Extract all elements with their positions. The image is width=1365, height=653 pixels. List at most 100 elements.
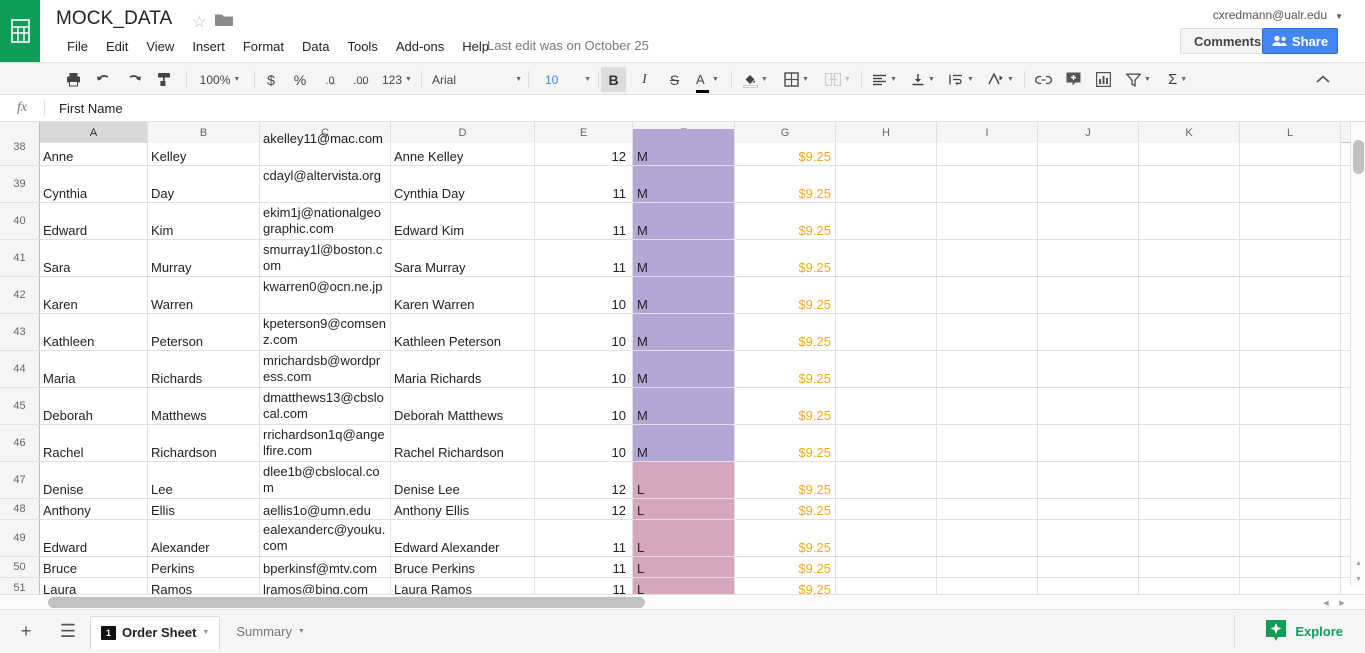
cell-size[interactable]: M (633, 425, 735, 461)
cell-empty[interactable] (836, 388, 937, 424)
cell-empty[interactable] (1139, 388, 1240, 424)
font-family-select[interactable]: Arial ▼ (427, 67, 527, 92)
cell-full-name[interactable]: Denise Lee (391, 462, 535, 498)
cell-empty[interactable] (1038, 203, 1139, 239)
cell-empty[interactable] (836, 129, 937, 165)
paint-format-button[interactable] (151, 67, 176, 92)
row-header-45[interactable]: 45 (0, 388, 40, 424)
account-email[interactable]: cxredmann@ualr.edu (1213, 8, 1327, 22)
cell-first-name[interactable]: Anthony (40, 499, 148, 519)
cell-empty[interactable] (937, 277, 1038, 313)
scroll-left-button[interactable]: ◀ (1318, 595, 1334, 610)
all-sheets-button[interactable]: ☰ (52, 616, 84, 648)
cell-empty[interactable] (1139, 203, 1240, 239)
cell-size[interactable]: M (633, 240, 735, 276)
cell-quantity[interactable]: 11 (535, 203, 633, 239)
cell-full-name[interactable]: Rachel Richardson (391, 425, 535, 461)
cell-email[interactable]: dmatthews13@cbslocal.com (260, 388, 391, 424)
filter-button[interactable]: ▼ (1121, 67, 1157, 92)
menu-file[interactable]: File (58, 36, 97, 57)
cell-email[interactable]: bperkinsf@mtv.com (260, 557, 391, 577)
cell-last-name[interactable]: Warren (148, 277, 260, 313)
cell-empty[interactable] (1038, 166, 1139, 202)
cell-full-name[interactable]: Maria Richards (391, 351, 535, 387)
menu-format[interactable]: Format (234, 36, 293, 57)
cell-price[interactable]: $9.25 (735, 520, 836, 556)
cell-empty[interactable] (937, 314, 1038, 350)
cell-email[interactable]: mrichardsb@wordpress.com (260, 351, 391, 387)
cell-empty[interactable] (1139, 166, 1240, 202)
cell-empty[interactable] (836, 277, 937, 313)
cell-empty[interactable] (937, 462, 1038, 498)
cell-empty[interactable] (1038, 240, 1139, 276)
table-row[interactable]: 46 Rachel Richardson rrichardson1q@angelfir… (0, 425, 1350, 462)
cell-price[interactable]: $9.25 (735, 129, 836, 165)
cell-price[interactable]: $9.25 (735, 314, 836, 350)
cell-size[interactable]: M (633, 277, 735, 313)
cell-size[interactable]: L (633, 520, 735, 556)
cell-empty[interactable] (1139, 314, 1240, 350)
table-row[interactable]: 40 Edward Kim ekim1j@nationalgeographic.com… (0, 203, 1350, 240)
cell-empty[interactable] (836, 499, 937, 519)
cell-price[interactable]: $9.25 (735, 462, 836, 498)
sheet-tab-summary[interactable]: Summary ▼ (226, 616, 315, 648)
cell-full-name[interactable]: Kathleen Peterson (391, 314, 535, 350)
table-row[interactable]: 42 Karen Warren kwarren0@ocn.ne.jp Karen War… (0, 277, 1350, 314)
more-formats-select[interactable]: 123 ▼ (377, 67, 417, 92)
cell-size[interactable]: L (633, 462, 735, 498)
merge-cells-button[interactable]: ▼ (820, 67, 858, 92)
row-header-49[interactable]: 49 (0, 520, 40, 556)
cell-empty[interactable] (1240, 203, 1341, 239)
scroll-right-button[interactable]: ▶ (1334, 595, 1350, 610)
cell-empty[interactable] (1139, 277, 1240, 313)
cell-empty[interactable] (1139, 351, 1240, 387)
cell-price[interactable]: $9.25 (735, 499, 836, 519)
cell-full-name[interactable]: Karen Warren (391, 277, 535, 313)
cell-last-name[interactable]: Ellis (148, 499, 260, 519)
cell-empty[interactable] (1240, 166, 1341, 202)
row-header-47[interactable]: 47 (0, 462, 40, 498)
sheets-logo-icon[interactable] (0, 0, 40, 62)
cell-empty[interactable] (937, 499, 1038, 519)
cell-last-name[interactable]: Matthews (148, 388, 260, 424)
star-icon[interactable]: ☆ (192, 12, 206, 32)
cell-empty[interactable] (1240, 425, 1341, 461)
sheet-tab-order-sheet[interactable]: 1 Order Sheet ▼ (90, 615, 221, 649)
cell-first-name[interactable]: Anne (40, 129, 148, 165)
add-sheet-button[interactable]: + (10, 616, 42, 648)
cell-empty[interactable] (1240, 462, 1341, 498)
cell-full-name[interactable]: Cynthia Day (391, 166, 535, 202)
cell-last-name[interactable]: Lee (148, 462, 260, 498)
menu-add-ons[interactable]: Add-ons (387, 36, 453, 57)
cell-full-name[interactable]: Deborah Matthews (391, 388, 535, 424)
cell-quantity[interactable]: 10 (535, 277, 633, 313)
cell-price[interactable]: $9.25 (735, 425, 836, 461)
cell-size[interactable]: M (633, 388, 735, 424)
cell-empty[interactable] (1038, 462, 1139, 498)
cell-empty[interactable] (1139, 240, 1240, 276)
cell-empty[interactable] (937, 203, 1038, 239)
cell-full-name[interactable]: Anthony Ellis (391, 499, 535, 519)
print-button[interactable] (61, 67, 86, 92)
table-row[interactable]: 50 Bruce Perkins bperkinsf@mtv.com Bruce Per… (0, 557, 1350, 578)
cell-empty[interactable] (1038, 277, 1139, 313)
share-button[interactable]: Share (1262, 28, 1338, 54)
cell-empty[interactable] (1240, 314, 1341, 350)
scroll-down-button[interactable]: ▼ (1351, 571, 1365, 587)
table-row[interactable]: 49 Edward Alexander ealexanderc@youku.com Ed… (0, 520, 1350, 557)
cell-last-name[interactable]: Day (148, 166, 260, 202)
cell-empty[interactable] (937, 520, 1038, 556)
italic-button[interactable]: I (632, 67, 657, 92)
cell-email[interactable]: kpeterson9@comsenz.com (260, 314, 391, 350)
table-row[interactable]: 47 Denise Lee dlee1b@cbslocal.com Denise Lee… (0, 462, 1350, 499)
cell-quantity[interactable]: 10 (535, 314, 633, 350)
cell-empty[interactable] (836, 240, 937, 276)
text-color-button[interactable]: A ▼ (691, 67, 727, 93)
cell-quantity[interactable]: 12 (535, 499, 633, 519)
cell-empty[interactable] (836, 462, 937, 498)
cell-empty[interactable] (937, 388, 1038, 424)
cell-size[interactable]: L (633, 499, 735, 519)
cell-size[interactable]: L (633, 557, 735, 577)
cell-empty[interactable] (937, 351, 1038, 387)
cell-empty[interactable] (1139, 462, 1240, 498)
